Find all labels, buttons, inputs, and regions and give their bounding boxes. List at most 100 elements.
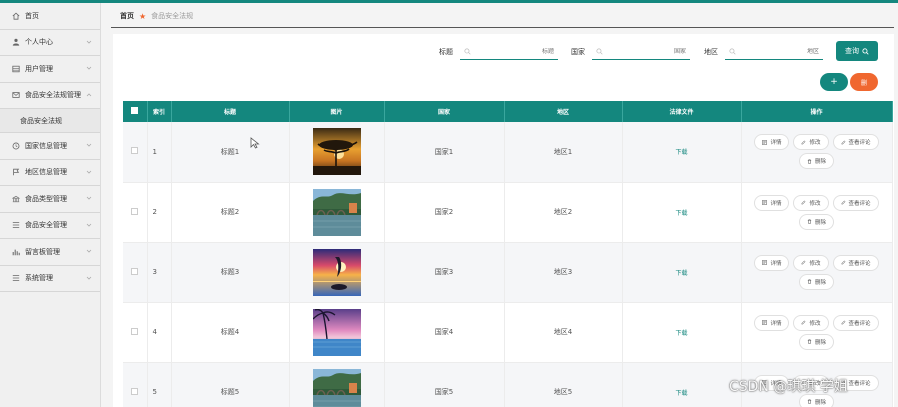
trash-icon bbox=[807, 219, 812, 224]
delete-label: 删除 bbox=[814, 219, 826, 226]
select-all-header[interactable] bbox=[123, 101, 148, 122]
edit-label: 修改 bbox=[809, 140, 821, 147]
row-actions: 详情 修改 查看评论删除 bbox=[741, 182, 893, 243]
column-header: 标题 bbox=[171, 101, 290, 122]
edit-button[interactable]: 修改 bbox=[793, 134, 829, 151]
row-image-cell bbox=[289, 362, 385, 407]
main-content: 首页 ★ 食品安全法规 标题 国家 地区 bbox=[101, 3, 898, 407]
sidebar-item-label: 食品安全法规管理 bbox=[25, 91, 81, 100]
row-checkbox[interactable] bbox=[131, 207, 139, 215]
search-title-field[interactable] bbox=[460, 44, 558, 60]
row-checkbox[interactable] bbox=[131, 327, 139, 335]
column-header: 地区 bbox=[504, 101, 623, 122]
search-title-input[interactable] bbox=[474, 48, 554, 55]
sidebar-item-label: 首页 bbox=[25, 11, 39, 20]
row-select-cell[interactable] bbox=[123, 302, 148, 363]
detail-label: 详情 bbox=[770, 200, 782, 207]
row-select-cell[interactable] bbox=[123, 122, 148, 183]
chevron-down-icon bbox=[86, 248, 92, 254]
search-icon bbox=[464, 48, 471, 55]
download-link[interactable]: 下载 bbox=[675, 210, 687, 217]
edit-icon bbox=[841, 200, 846, 205]
sidebar-item-food-type[interactable]: 食品类型管理 bbox=[0, 186, 100, 213]
detail-icon bbox=[762, 260, 768, 265]
row-image bbox=[312, 128, 361, 176]
view-comments-button[interactable]: 查看评论 bbox=[832, 314, 879, 331]
edit-button[interactable]: 修改 bbox=[793, 194, 829, 211]
row-country: 国家4 bbox=[384, 302, 505, 363]
sidebar-item-label: 系统管理 bbox=[25, 274, 53, 283]
row-checkbox[interactable] bbox=[131, 387, 139, 395]
sidebar-subitem-food-law[interactable]: 食品安全法规 bbox=[0, 109, 100, 133]
view-comments-button[interactable]: 查看评论 bbox=[832, 134, 879, 151]
sidebar-item-users[interactable]: 用户管理 bbox=[0, 56, 100, 83]
search-region-field[interactable] bbox=[725, 44, 823, 60]
row-checkbox[interactable] bbox=[131, 267, 139, 275]
search-region-input[interactable] bbox=[739, 48, 819, 55]
trash-icon bbox=[807, 279, 812, 284]
clock-icon bbox=[12, 142, 20, 150]
sidebar-item-message-board[interactable]: 留言板管理 bbox=[0, 239, 100, 266]
column-header: 索引 bbox=[147, 101, 172, 122]
detail-button[interactable]: 详情 bbox=[754, 314, 790, 331]
search-icon bbox=[862, 47, 869, 55]
sidebar-item-label: 食品安全管理 bbox=[25, 221, 67, 230]
search-country-input[interactable] bbox=[606, 48, 686, 55]
chevron-down-icon bbox=[86, 39, 92, 45]
delete-button[interactable]: 删除 bbox=[798, 333, 834, 350]
detail-button[interactable]: 详情 bbox=[754, 254, 790, 271]
row-checkbox[interactable] bbox=[131, 147, 139, 155]
delete-label: 删除 bbox=[814, 339, 826, 346]
sidebar-item-system[interactable]: 系统管理 bbox=[0, 266, 100, 292]
download-link[interactable]: 下载 bbox=[675, 390, 687, 397]
row-file-cell: 下载 bbox=[622, 242, 742, 303]
sidebar-item-region[interactable]: 地区信息管理 bbox=[0, 160, 100, 186]
table-row: 2 标题2 国家2 地区2 下载 详情 修改 查看评论 删除 bbox=[123, 182, 893, 243]
sidebar-item-food-law[interactable]: 食品安全法规管理 bbox=[0, 83, 100, 109]
add-button[interactable]: + bbox=[820, 73, 848, 91]
chart-icon bbox=[12, 248, 20, 256]
search-icon bbox=[729, 48, 736, 55]
row-region: 地区5 bbox=[504, 362, 623, 407]
row-select-cell[interactable] bbox=[123, 362, 148, 407]
trash-icon bbox=[807, 399, 812, 404]
detail-label: 详情 bbox=[770, 320, 782, 327]
row-select-cell[interactable] bbox=[123, 182, 148, 243]
row-title: 标题2 bbox=[171, 182, 290, 243]
column-header: 操作 bbox=[741, 101, 893, 122]
row-country: 国家3 bbox=[384, 242, 505, 303]
row-country: 国家1 bbox=[384, 122, 505, 183]
sidebar-item-country[interactable]: 国家信息管理 bbox=[0, 133, 100, 160]
sidebar-item-home[interactable]: 首页 bbox=[0, 3, 100, 30]
row-actions: 详情 修改 查看评论删除 bbox=[741, 122, 893, 183]
batch-delete-button[interactable]: 删 bbox=[850, 73, 878, 91]
delete-button[interactable]: 删除 bbox=[798, 213, 834, 230]
edit-button[interactable]: 修改 bbox=[793, 254, 829, 271]
edit-button[interactable]: 修改 bbox=[793, 314, 829, 331]
row-image bbox=[312, 308, 361, 356]
detail-button[interactable]: 详情 bbox=[754, 134, 790, 151]
row-title: 标题5 bbox=[171, 362, 290, 407]
breadcrumb-home[interactable]: 首页 bbox=[120, 11, 134, 21]
select-all-checkbox[interactable] bbox=[131, 107, 139, 114]
view-comments-label: 查看评论 bbox=[848, 140, 871, 147]
search-country-field[interactable] bbox=[592, 44, 690, 60]
watermark: CSDN @琪琪 学姐 bbox=[729, 379, 848, 395]
detail-button[interactable]: 详情 bbox=[754, 194, 790, 211]
search-button[interactable]: 查询 bbox=[836, 41, 878, 61]
view-comments-button[interactable]: 查看评论 bbox=[832, 194, 879, 211]
sidebar-item-profile[interactable]: 个人中心 bbox=[0, 30, 100, 56]
download-link[interactable]: 下载 bbox=[675, 149, 687, 156]
delete-button[interactable]: 删除 bbox=[798, 273, 834, 290]
chevron-up-icon bbox=[86, 92, 92, 98]
download-link[interactable]: 下载 bbox=[675, 270, 687, 277]
row-region: 地区4 bbox=[504, 302, 623, 363]
table-row: 3 标题3 国家3 地区3 下载 详情 修改 查看评论 删除 bbox=[123, 242, 893, 303]
delete-button[interactable]: 删除 bbox=[798, 153, 834, 170]
download-link[interactable]: 下载 bbox=[675, 330, 687, 337]
view-comments-button[interactable]: 查看评论 bbox=[832, 254, 879, 271]
user-icon bbox=[12, 38, 20, 46]
edit-icon bbox=[841, 140, 846, 145]
sidebar-item-food-safety[interactable]: 食品安全管理 bbox=[0, 213, 100, 239]
row-select-cell[interactable] bbox=[123, 242, 148, 303]
